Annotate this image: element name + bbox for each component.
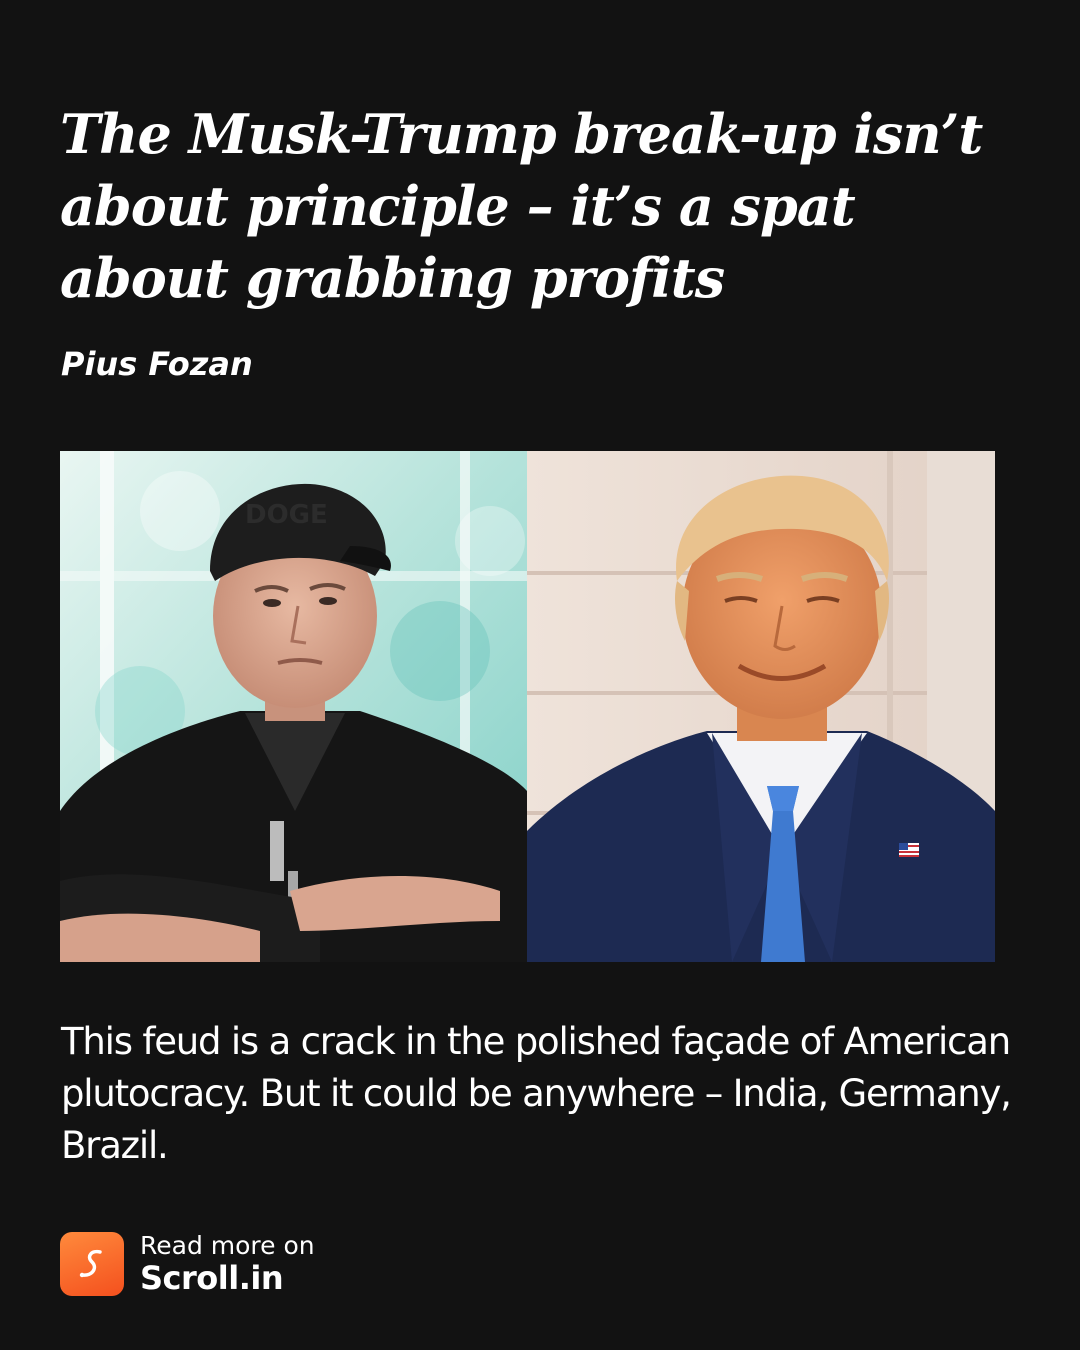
cta-text: Read more on Scroll.in [140, 1231, 315, 1297]
scroll-logo-icon [60, 1232, 124, 1296]
photo-left-musk: DOGE [60, 451, 527, 962]
read-more-link[interactable]: Read more on Scroll.in [60, 1232, 315, 1296]
page: { "article": { "headline": "The Musk-Tru… [0, 0, 1080, 1350]
article-summary: This feud is a crack in the polished faç… [61, 1020, 1012, 1167]
us-flag-pin-icon [899, 843, 919, 857]
photo-right-trump [527, 451, 995, 962]
read-more-label: Read more on [140, 1231, 315, 1260]
article-headline: The Musk-Trump break-up isn’t about prin… [60, 102, 983, 310]
article-photo: DOGE [60, 451, 995, 962]
article-author: Pius Fozan [61, 345, 253, 383]
site-name: Scroll.in [140, 1259, 284, 1297]
cap-text: DOGE [245, 500, 328, 530]
